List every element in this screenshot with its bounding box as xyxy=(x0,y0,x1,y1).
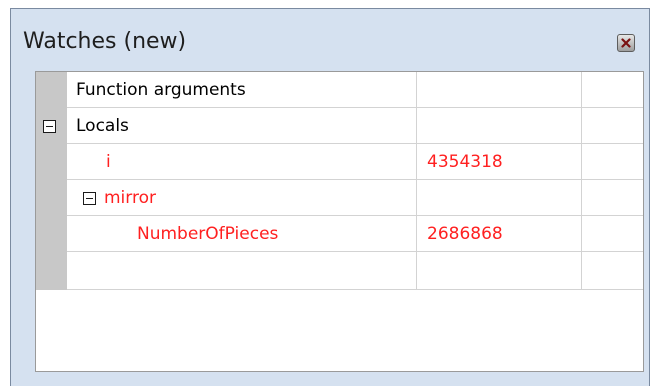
collapse-icon[interactable] xyxy=(83,192,96,205)
table-row[interactable]: Function arguments xyxy=(36,72,643,108)
table-row[interactable]: NumberOfPieces 2686868 xyxy=(36,216,643,252)
collapse-icon[interactable] xyxy=(43,120,56,133)
watches-grid[interactable]: Function arguments Locals i 4354318 mirr… xyxy=(35,71,644,372)
table-row[interactable]: mirror xyxy=(36,180,643,216)
close-button[interactable] xyxy=(617,34,635,52)
watch-name: i xyxy=(106,152,111,172)
close-icon xyxy=(621,38,631,48)
table-row[interactable]: i 4354318 xyxy=(36,144,643,180)
watch-name: NumberOfPieces xyxy=(137,224,279,244)
watch-value: 4354318 xyxy=(427,152,503,172)
screen: Watches (new) Function arguments Locals … xyxy=(0,0,661,390)
watch-value: 2686868 xyxy=(427,224,503,244)
table-row[interactable]: Locals xyxy=(36,108,643,144)
watch-name: Function arguments xyxy=(76,80,246,100)
watch-name: mirror xyxy=(104,188,156,208)
row-divider xyxy=(67,289,643,290)
new-watch-row[interactable] xyxy=(36,252,643,290)
panel-title: Watches (new) xyxy=(23,29,187,54)
watch-name: Locals xyxy=(76,116,129,136)
